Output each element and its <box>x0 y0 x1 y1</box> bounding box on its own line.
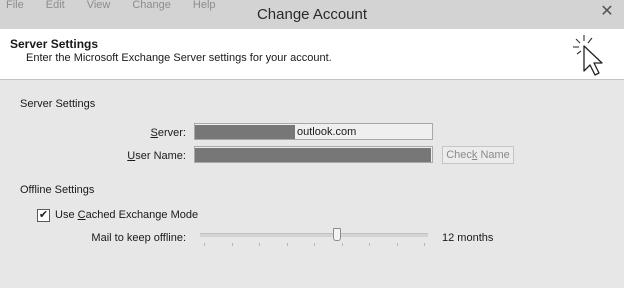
title-bar: File Edit View Change Help Change Account ✕ <box>0 0 624 30</box>
mail-to-keep-label: Mail to keep offline: <box>91 232 186 244</box>
redacted-user-name <box>195 148 431 162</box>
wizard-cursor-icon <box>573 35 603 76</box>
slider-tick <box>396 243 398 246</box>
slider-tick <box>231 243 233 246</box>
redacted-server-prefix <box>195 125 295 139</box>
user-name-label: User Name: <box>127 150 186 162</box>
cached-mode-label: Use Cached Exchange Mode <box>55 209 199 221</box>
close-icon: ✕ <box>600 3 614 20</box>
check-name-button[interactable]: Check Name <box>442 146 514 164</box>
server-label: Server: <box>150 127 186 139</box>
checkmark-icon: ✔ <box>38 209 49 221</box>
server-field[interactable]: outlook.com <box>194 123 433 140</box>
mail-to-keep-slider-track[interactable] <box>200 233 428 237</box>
mail-to-keep-slider-thumb[interactable] <box>332 228 341 241</box>
window-title: Change Account <box>256 6 368 23</box>
header-title: Server Settings <box>10 37 99 51</box>
slider-tick <box>424 243 425 246</box>
server-value: outlook.com <box>297 126 357 138</box>
cached-mode-checkbox[interactable]: ✔ <box>37 209 50 222</box>
offline-settings-section-label: Offline Settings <box>20 184 95 196</box>
slider-tick <box>314 243 315 246</box>
slider-tick <box>286 243 288 246</box>
slider-tick <box>369 243 370 246</box>
dialog-header: Server Settings Enter the Microsoft Exch… <box>0 29 624 80</box>
slider-tick <box>204 243 205 246</box>
mail-to-keep-value: 12 months <box>442 232 494 244</box>
slider-tick <box>341 243 343 246</box>
header-subtitle: Enter the Microsoft Exchange Server sett… <box>26 52 332 64</box>
user-name-field[interactable] <box>194 146 433 163</box>
close-button[interactable]: ✕ <box>596 2 618 20</box>
slider-tick <box>259 243 260 246</box>
server-settings-section-label: Server Settings <box>20 98 96 110</box>
